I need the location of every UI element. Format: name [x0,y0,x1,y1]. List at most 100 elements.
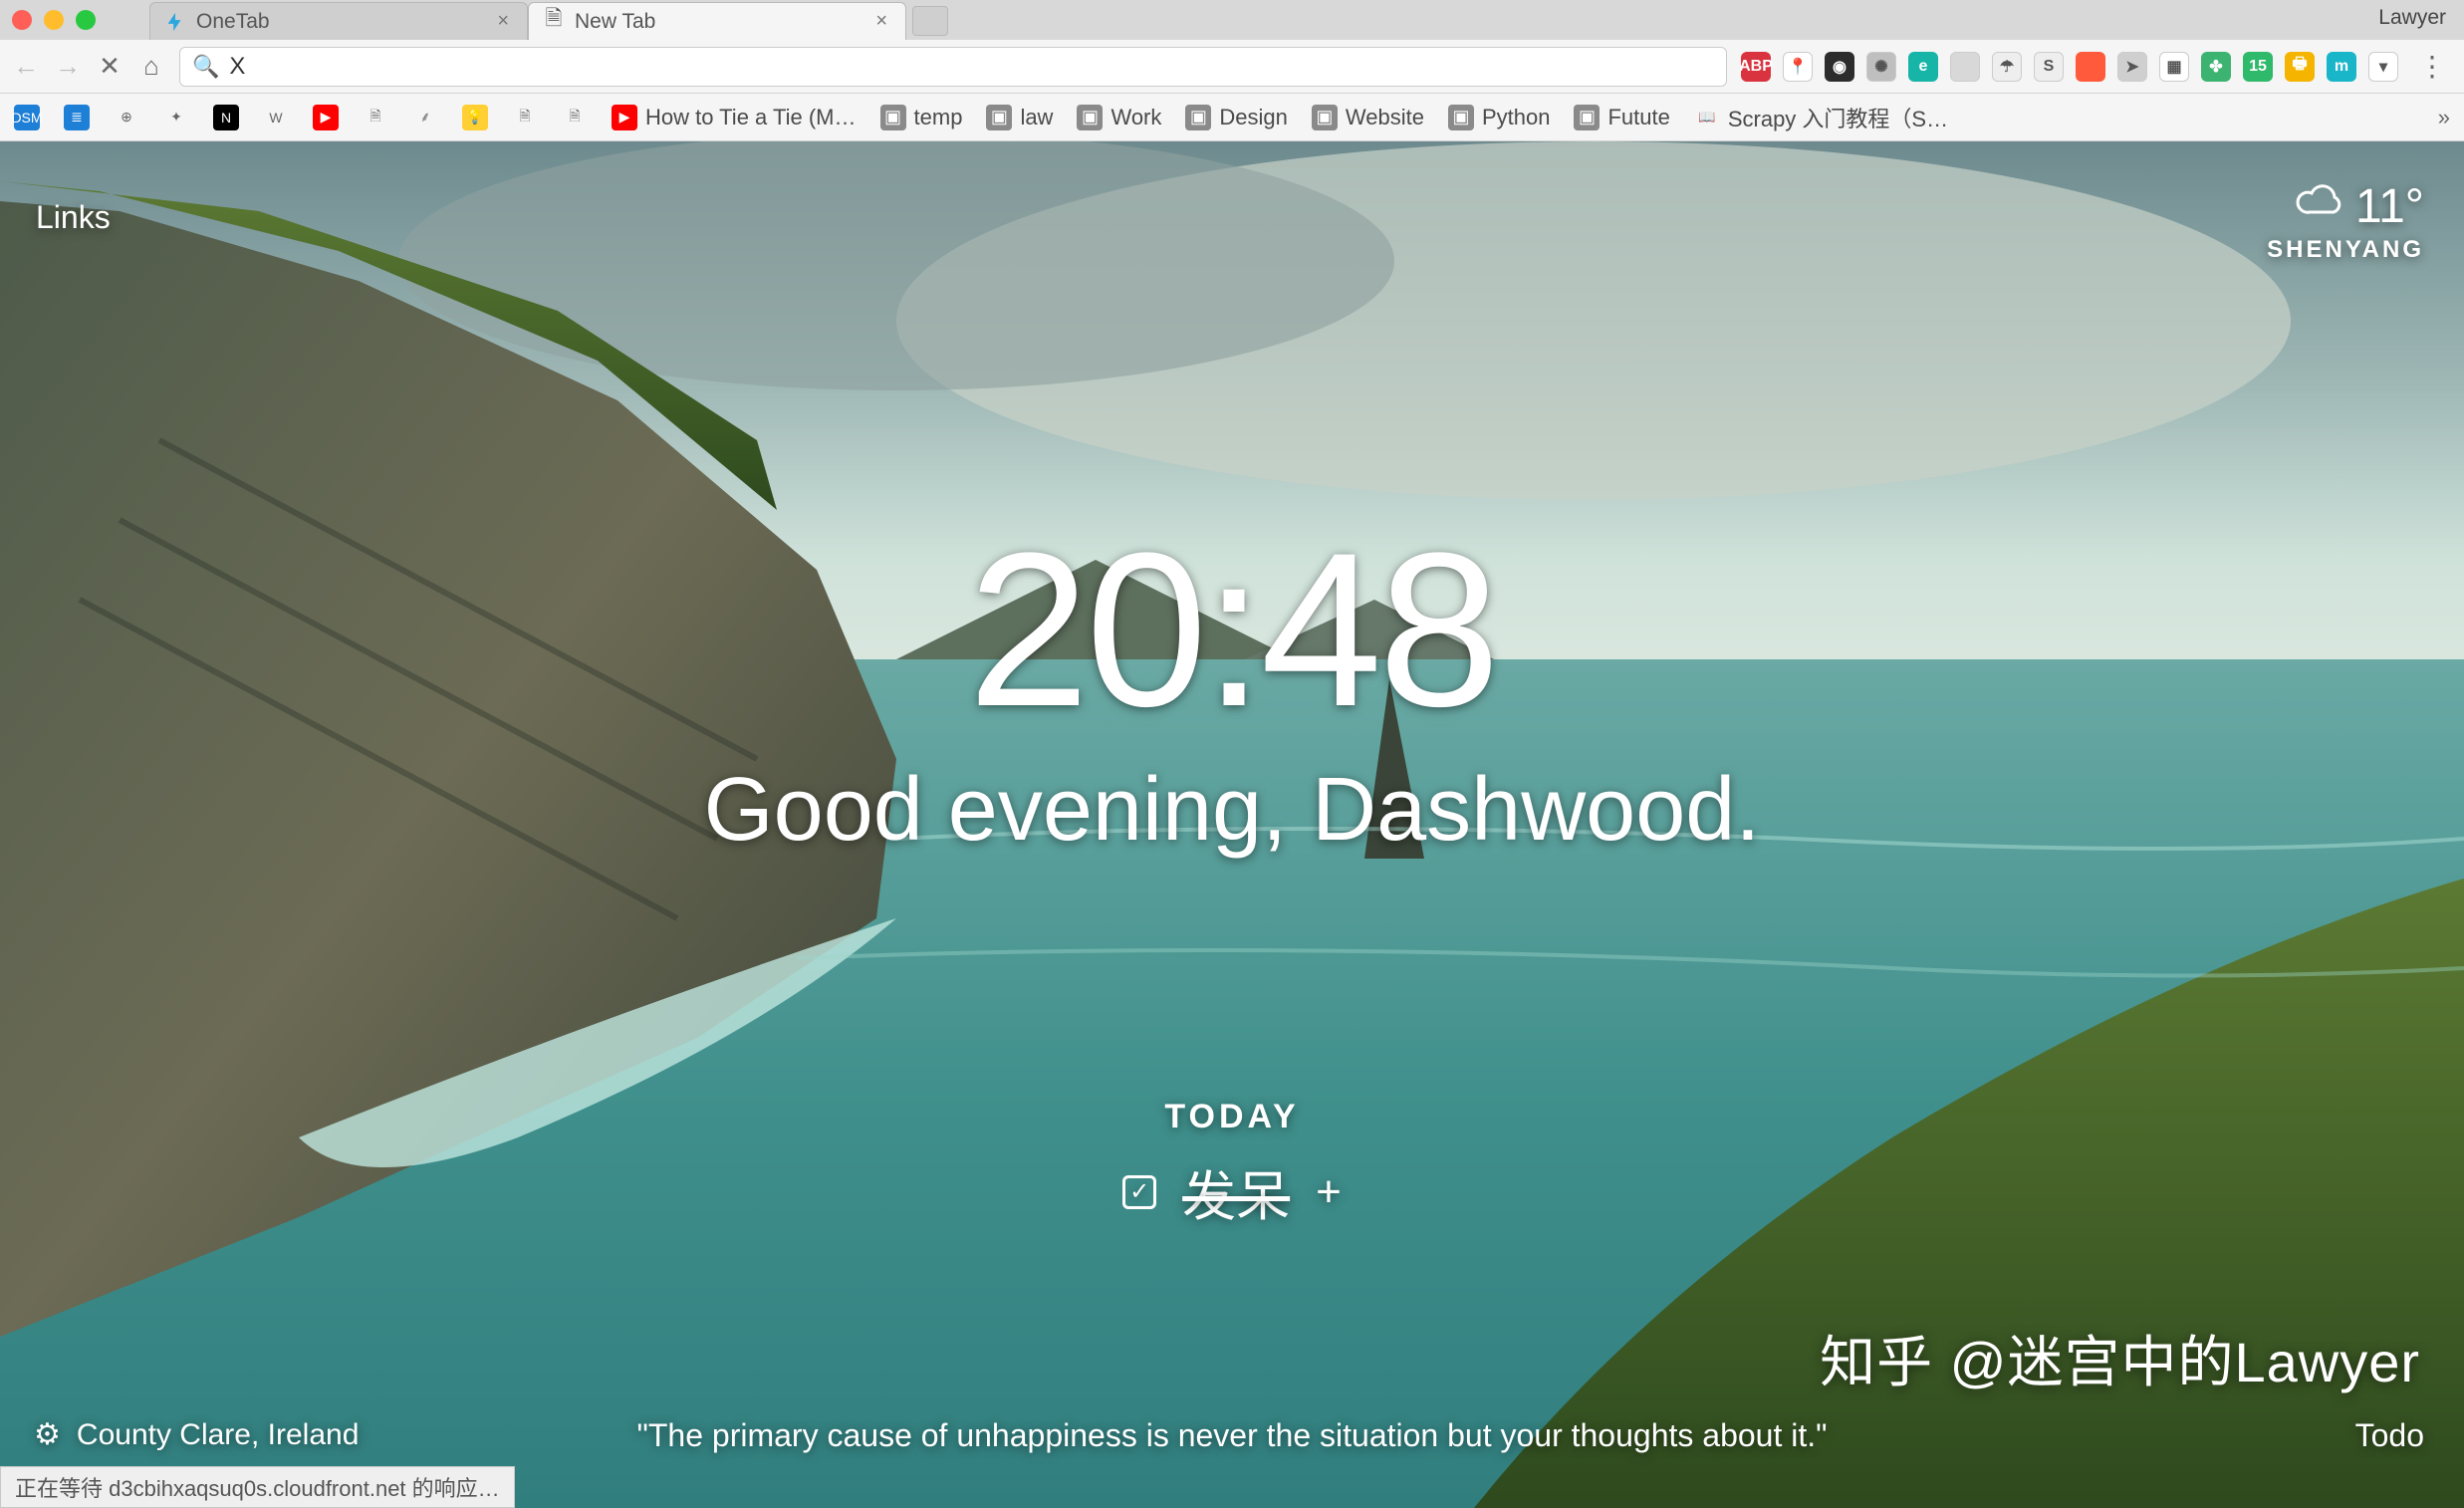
window-minimize-icon[interactable] [44,10,64,30]
ext-m-circle-icon[interactable]: m [2327,52,2356,82]
tab-newtab[interactable]: 🗎 New Tab × [528,2,906,40]
bookmark-label: How to Tie a Tie (M… [645,105,857,130]
bookmark-law-icon: ▣ [986,105,1012,130]
tab-onetab[interactable]: OneTab × [149,2,528,40]
bookmark-youtube1-icon: ▶ [313,105,339,130]
bookmark-dsm[interactable]: DSM [14,105,40,130]
ext-egg-icon[interactable] [2076,52,2105,82]
bookmark-list[interactable]: ≣ [64,105,90,130]
ext-mushroom-icon[interactable]: ☂ [1992,52,2022,82]
bookmark-bulb[interactable]: 💡 [462,105,488,130]
tab-close-icon[interactable]: × [497,10,509,33]
ext-cal15-icon[interactable]: 15 [2243,52,2273,82]
bookmark-website-icon: ▣ [1312,105,1338,130]
bookmark-label: Python [1482,105,1551,130]
bookmark-law[interactable]: ▣ law [986,105,1053,130]
ext-s-circle-icon[interactable]: S [2034,52,2064,82]
ext-teal-e-icon[interactable]: e [1908,52,1938,82]
tab-title: OneTab [196,10,270,34]
weather-widget[interactable]: 11° SHENYANG [2267,179,2424,264]
forward-button[interactable]: → [54,53,82,81]
bookmark-futute-icon: ▣ [1574,105,1600,130]
address-value: X [229,53,245,81]
window-maximize-icon[interactable] [76,10,96,30]
new-tab-button[interactable] [912,6,948,36]
bookmark-label: law [1020,105,1053,130]
weather-temp: 11° [2355,179,2424,234]
bookmark-website[interactable]: ▣ Website [1312,105,1424,130]
links-button[interactable]: Links [36,199,111,236]
bookmark-temp-icon: ▣ [880,105,906,130]
bookmark-page3-icon: 🗎 [562,105,588,130]
bookmark-wiki[interactable]: W [263,105,289,130]
extensions-row: ABP 📍 ◉ ✺ e ☂ S ➤ ▦ ✤ 15 🖶 m ▾ [1741,52,2398,82]
address-bar[interactable]: 🔍 X [179,47,1727,87]
bookmark-wiki-icon: W [263,105,289,130]
ext-grid4-icon[interactable]: ▦ [2159,52,2189,82]
bookmark-dsm-icon: DSM [14,105,40,130]
stop-button[interactable]: ✕ [96,53,123,81]
today-label: TODAY [0,1098,2464,1136]
bookmark-temp[interactable]: ▣temp [880,105,963,130]
ext-pin-icon[interactable]: 📍 [1783,52,1813,82]
bookmark-scrapy[interactable]: 📖 Scrapy 入门教程（S… [1694,102,1948,133]
bookmark-youtube1[interactable]: ▶ [313,105,339,130]
bookmark-label: Website [1346,105,1424,130]
bookmark-page2[interactable]: 🗎 [512,105,538,130]
bookmark-page2-icon: 🗎 [512,105,538,130]
today-add-button[interactable]: + [1316,1167,1342,1217]
tab-title: New Tab [575,10,655,34]
bookmark-work[interactable]: ▣Work [1077,105,1161,130]
bookmark-label: Work [1110,105,1161,130]
bookmark-python[interactable]: ▣ Python [1448,105,1551,130]
ext-gray-box-icon[interactable] [1950,52,1980,82]
newtab-content: Links 11° SHENYANG 20:48 Good evening, D… [0,141,2464,1508]
bookmark-globe-icon: ⊕ [114,105,139,130]
ext-onetab-icon[interactable]: ▾ [2368,52,2398,82]
newtab-favicon-icon: 🗎 [543,11,565,33]
bookmark-puzzle-icon: ✦ [163,105,189,130]
search-icon: 🔍 [192,54,219,80]
ext-compass-icon[interactable]: ➤ [2117,52,2147,82]
bookmark-scrapy-icon: 📖 [1694,105,1720,130]
ext-clover-icon[interactable]: ✤ [2201,52,2231,82]
bookmark-leaf[interactable]: ⸙ [412,105,438,130]
daily-quote[interactable]: "The primary cause of unhappiness is nev… [0,1417,2464,1454]
weather-cloud-icon [2294,179,2345,234]
bookmark-label: Scrapy 入门教程（S… [1728,102,1948,133]
tab-close-icon[interactable]: × [875,10,887,33]
today-checkbox[interactable]: ✓ [1122,1175,1156,1209]
bookmark-futute[interactable]: ▣Futute [1574,105,1669,130]
bookmark-bulb-icon: 💡 [462,105,488,130]
bookmark-label: Design [1219,105,1287,130]
watermark-text: 知乎 @迷宫中的Lawyer [1820,1318,2420,1398]
status-bar: 正在等待 d3cbihxaqsuq0s.cloudfront.net 的响应… [0,1466,515,1508]
weather-city: SHENYANG [2267,236,2424,264]
ext-abp-icon[interactable]: ABP [1741,52,1771,82]
profile-name[interactable]: Lawyer [2378,6,2446,30]
bookmarks-bar: DSM ≣ ⊕ ✦ NW ▶ 🗎 ⸙ 💡 🗎 🗎 ▶How to Tie a Tie (M… ▣temp… [0,94,2464,141]
bookmark-design[interactable]: ▣Design [1185,105,1287,130]
bookmark-n[interactable]: N [213,105,239,130]
browser-menu-button[interactable]: ⋮ [2412,50,2452,83]
bookmark-leaf-icon: ⸙ [412,105,438,130]
ext-eye-icon[interactable]: ◉ [1825,52,1854,82]
greeting: Good evening, Dashwood. [0,759,2464,862]
home-button[interactable]: ⌂ [137,53,165,81]
tab-strip: OneTab × 🗎 New Tab × [0,0,2464,40]
bookmark-puzzle[interactable]: ✦ [163,105,189,130]
momentum-overlay: Links 11° SHENYANG 20:48 Good evening, D… [0,141,2464,1508]
bookmarks-overflow-icon[interactable]: » [2438,105,2450,130]
bookmark-globe[interactable]: ⊕ [114,105,139,130]
todo-button[interactable]: Todo [2355,1417,2424,1454]
bookmark-page3[interactable]: 🗎 [562,105,588,130]
window-close-icon[interactable] [12,10,32,30]
bookmark-howto[interactable]: ▶How to Tie a Tie (M… [612,105,857,130]
ext-brain-icon[interactable]: ✺ [1866,52,1896,82]
bookmark-page1[interactable]: 🗎 [363,105,388,130]
today-item-text[interactable]: 发呆 [1182,1152,1290,1231]
back-button[interactable]: ← [12,53,40,81]
bookmark-python-icon: ▣ [1448,105,1474,130]
clock: 20:48 [0,520,2464,739]
ext-print-icon[interactable]: 🖶 [2285,52,2315,82]
